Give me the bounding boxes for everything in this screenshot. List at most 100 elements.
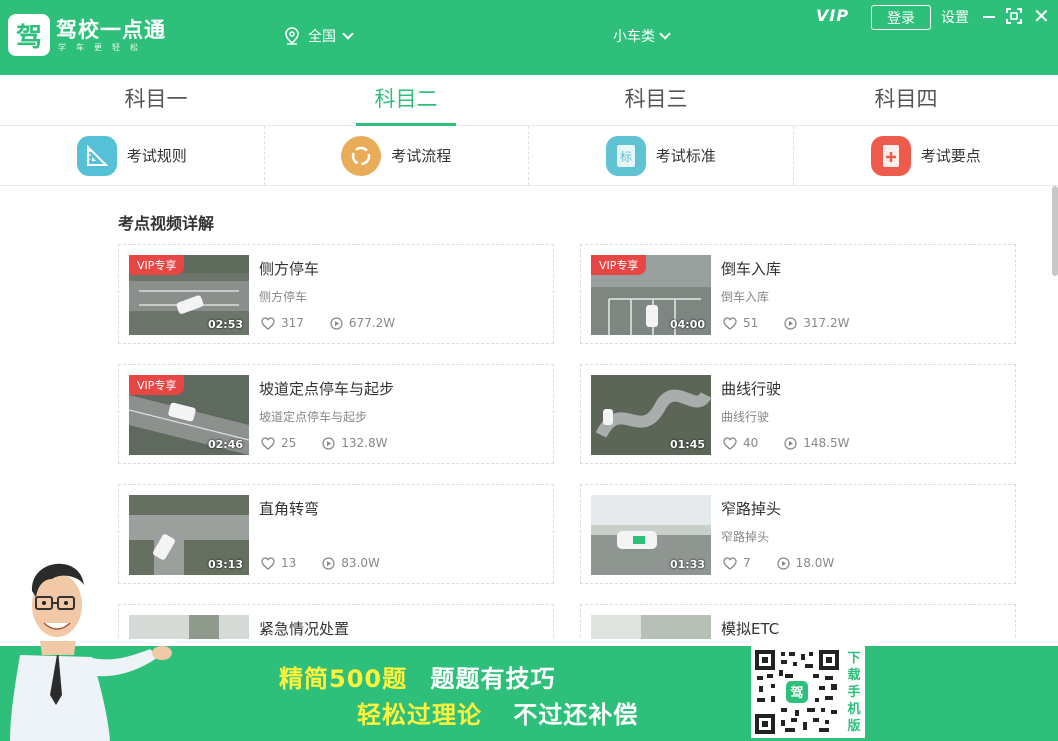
video-subtitle: 坡道定点停车与起步 (259, 410, 368, 424)
video-thumbnail: VIP专享 04:00 (591, 255, 711, 335)
likes-count: 40 (743, 436, 759, 450)
video-duration: 01:45 (669, 438, 705, 451)
subject-tabs: 科目一 科目二 科目三 科目四 (0, 75, 1058, 126)
heart-icon (723, 556, 737, 570)
video-duration: 02:53 (207, 318, 243, 331)
heart-icon (723, 316, 737, 330)
video-card[interactable]: VIP专享 02:53 侧方停车 侧方停车 317 677.2W (118, 244, 554, 344)
title-bar: 驾 驾校一点通 学车更轻松 全国 小车类 VIP 登录 设置 ✕ (0, 0, 1058, 75)
likes-count: 51 (743, 316, 759, 330)
location-pin-icon (285, 27, 299, 45)
download-char: 机 (847, 701, 861, 717)
play-count-icon (784, 316, 797, 330)
app-logo: 驾 (8, 14, 50, 56)
likes: 317 (261, 316, 304, 330)
video-thumbnail: VIP专享 02:53 (129, 255, 249, 335)
likes: 7 (723, 556, 751, 570)
car-type-selector[interactable]: 小车类 (613, 26, 671, 46)
heart-icon (723, 436, 737, 450)
video-grid: VIP专享 02:53 侧方停车 侧方停车 317 677.2W VIP专享 0… (118, 244, 1016, 639)
chevron-down-icon (342, 28, 354, 40)
settings-button[interactable]: 设置 (941, 7, 969, 27)
car-type-label: 小车类 (613, 29, 655, 45)
heart-icon (261, 436, 275, 450)
plays: 132.8W (322, 436, 388, 450)
tab-subject-3[interactable]: 科目三 (531, 75, 781, 125)
video-title: 侧方停车 (259, 260, 320, 278)
play-count-icon (784, 436, 797, 450)
likes-count: 13 (281, 556, 297, 570)
fullscreen-icon[interactable] (1006, 8, 1022, 24)
video-card[interactable]: 01:33 窄路掉头 窄路掉头 7 18.0W (580, 484, 1016, 584)
key-points-icon (870, 135, 911, 176)
play-count-icon (330, 316, 343, 330)
vip-badge: VIP专享 (129, 255, 185, 275)
banner-text: 题题有技巧 (430, 665, 556, 693)
video-meta: 13 83.0W (261, 556, 380, 570)
likes-count: 25 (281, 436, 297, 450)
standard-icon: 标 (605, 135, 646, 176)
plays: 677.2W (330, 316, 395, 330)
ruler-icon (76, 135, 117, 176)
svg-text:标: 标 (620, 150, 632, 164)
mascot-illustration (10, 563, 172, 741)
video-meta: 40 148.5W (723, 436, 850, 450)
scrollbar-thumb[interactable] (1052, 186, 1058, 276)
heart-icon (261, 316, 275, 330)
logo-glyph: 驾 (15, 22, 42, 53)
login-button[interactable]: 登录 (871, 5, 931, 30)
play-count-icon (322, 436, 335, 450)
plays-count: 677.2W (348, 316, 396, 330)
minimize-icon[interactable] (982, 8, 996, 24)
video-title: 直角转弯 (259, 500, 320, 518)
likes: 40 (723, 436, 758, 450)
app-slogan: 学车更轻松 (58, 43, 148, 52)
flow-icon (341, 135, 382, 176)
category-label: 考试流程 (391, 147, 452, 165)
tab-subject-1[interactable]: 科目一 (31, 75, 281, 125)
video-card[interactable]: VIP专享 04:00 倒车入库 倒车入库 51 317.2W (580, 244, 1016, 344)
download-mobile-link[interactable]: 下 载 手 机 版 (843, 646, 865, 738)
plays-count: 132.8W (341, 436, 388, 450)
category-exam-rules[interactable]: 考试规则 (0, 126, 265, 185)
video-thumbnail: VIP专享 02:46 (129, 375, 249, 455)
close-icon[interactable]: ✕ (1033, 6, 1050, 26)
plays-count: 317.2W (803, 316, 850, 330)
play-count-icon (322, 556, 335, 570)
plays: 18.0W (777, 556, 834, 570)
video-card[interactable]: 01:45 曲线行驶 曲线行驶 40 148.5W (580, 364, 1016, 464)
tab-subject-2[interactable]: 科目二 (281, 75, 531, 126)
video-subtitle: 曲线行驶 (721, 410, 770, 424)
plays: 83.0W (322, 556, 380, 570)
app-name: 驾校一点通 (56, 18, 166, 42)
video-duration: 03:13 (207, 558, 243, 571)
download-char: 手 (847, 684, 861, 700)
video-meta: 7 18.0W (723, 556, 834, 570)
tab-subject-4[interactable]: 科目四 (781, 75, 1031, 125)
video-title: 紧急情况处置 (259, 620, 350, 638)
section-title: 考点视频详解 (118, 214, 215, 233)
download-char: 下 (847, 650, 861, 666)
likes-count: 7 (743, 556, 751, 570)
heart-icon (261, 556, 275, 570)
category-exam-key-points[interactable]: 考试要点 (794, 126, 1058, 185)
video-subtitle: 侧方停车 (259, 290, 308, 304)
category-exam-standard[interactable]: 标 考试标准 (529, 126, 794, 185)
vip-link[interactable]: VIP (816, 6, 849, 25)
category-label: 考试标准 (655, 147, 716, 165)
play-count-icon (777, 556, 790, 570)
video-card[interactable]: VIP专享 02:46 坡道定点停车与起步 坡道定点停车与起步 25 132.8… (118, 364, 554, 464)
video-title: 窄路掉头 (721, 500, 782, 518)
video-title: 倒车入库 (721, 260, 782, 278)
region-selector[interactable]: 全国 (284, 26, 354, 46)
video-card[interactable]: 模拟ETC (580, 604, 1016, 639)
plays-count: 83.0W (341, 556, 380, 570)
banner-line-2: 轻松过理论 不过还补偿 (357, 695, 638, 730)
banner-text: 不过还补偿 (513, 701, 639, 729)
vip-badge: VIP专享 (591, 255, 647, 275)
video-title: 坡道定点停车与起步 (259, 380, 395, 398)
region-label: 全国 (308, 29, 336, 45)
category-exam-process[interactable]: 考试流程 (265, 126, 529, 185)
banner-highlight: 精简500题 (279, 665, 408, 693)
plays-count: 148.5W (803, 436, 850, 450)
